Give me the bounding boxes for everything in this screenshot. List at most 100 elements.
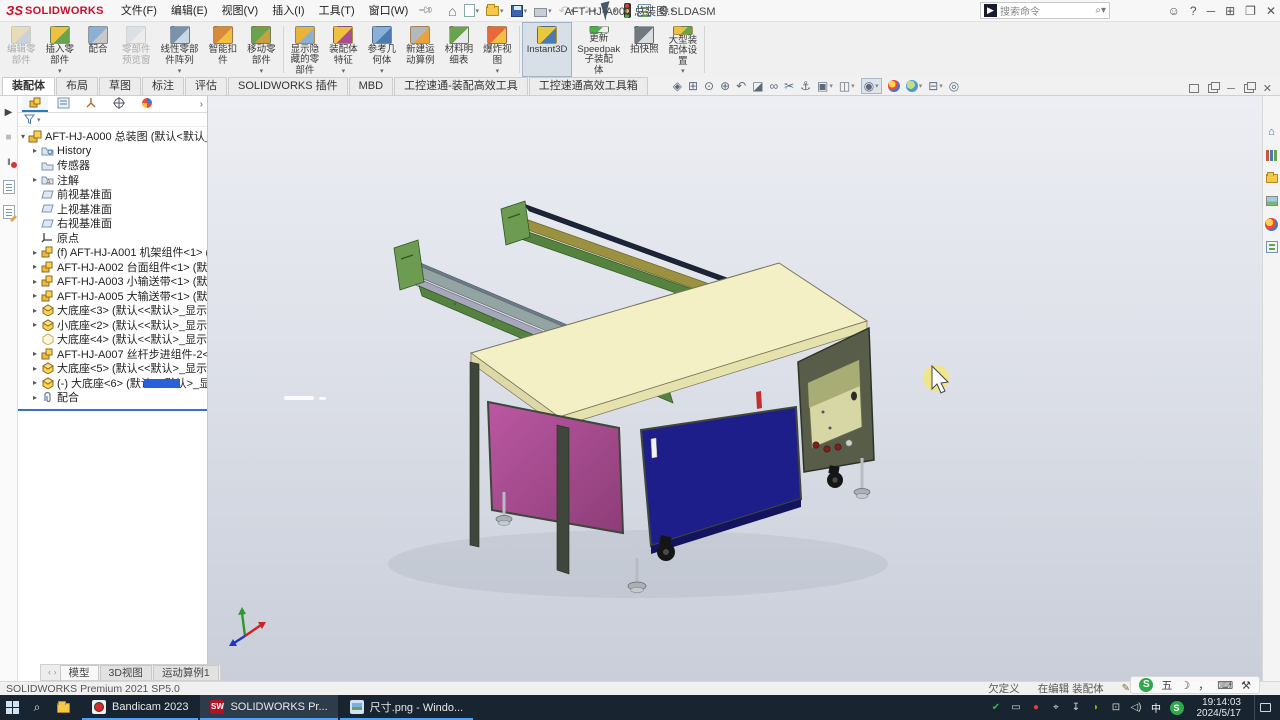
menu-1[interactable]: 编辑(E) xyxy=(164,0,215,22)
ribbon-reference-geometry[interactable]: 参考几 何体 ▾ xyxy=(363,22,402,77)
tab-6[interactable]: MBD xyxy=(348,77,394,95)
taskbar-search-icon[interactable]: ⌕ xyxy=(24,695,50,720)
print-icon[interactable]: ▾ xyxy=(532,1,554,21)
previous-view-icon[interactable]: ↶ xyxy=(736,79,746,93)
tree-item-11[interactable]: ▸ 大底座<3> (默认<<默认>_显示状态 1>) xyxy=(18,303,207,318)
options-gear-icon[interactable]: ⚙ ▾ xyxy=(656,1,676,21)
tree-item-7[interactable]: ▸ (f) AFT-HJ-A001 机架组件<1> (默认<默 xyxy=(18,245,207,260)
dropdown-arrow-icon[interactable]: ▾ xyxy=(342,67,346,75)
volume-icon[interactable]: ◁) xyxy=(1130,702,1143,713)
search-icon[interactable]: ⌕▾ xyxy=(1095,5,1106,16)
expand-arrow-icon[interactable]: ▸ xyxy=(30,248,40,257)
expand-arrow-icon[interactable]: ▸ xyxy=(30,146,40,155)
stop-macro-icon[interactable]: ■ xyxy=(1,129,17,145)
menu-3[interactable]: 插入(I) xyxy=(265,0,311,22)
dropdown-arrow-icon[interactable]: ▾ xyxy=(178,67,182,75)
tree-item-10[interactable]: ▸ AFT-HJ-A005 大输送带<1> (默认<默认_ xyxy=(18,289,207,304)
sogou-ime-toolbar[interactable]: S 五 ☽ ， ⌨ ⚒ xyxy=(1130,676,1260,694)
file-explorer-icon[interactable] xyxy=(1264,170,1280,186)
tree-item-13[interactable]: 大底座<4> (默认<<默认>_显示状态 1>) xyxy=(18,332,207,347)
dropdown-arrow-icon[interactable]: ▾ xyxy=(260,67,264,75)
tree-item-2[interactable]: ▸ A 注解 xyxy=(18,173,207,188)
ribbon-mate[interactable]: 配合 xyxy=(79,22,117,77)
run-macro-icon[interactable]: ▶ xyxy=(1,104,17,120)
mass-properties-icon[interactable]: ⚓ xyxy=(800,79,811,93)
tree-item-14[interactable]: ▸ AFT-HJ-A007 丝杆步进组件-2<1> (默认< xyxy=(18,347,207,362)
tree-item-4[interactable]: 上视基准面 xyxy=(18,202,207,217)
ribbon-bill-of-materials[interactable]: 材料明 细表 xyxy=(440,22,479,77)
appearances-scenes-icon[interactable] xyxy=(1264,216,1280,232)
solidworks-resources-icon[interactable]: ⌂ xyxy=(1264,124,1280,140)
expand-arrow-icon[interactable]: ▸ xyxy=(30,320,40,329)
tree-root-item[interactable]: ▾ AFT-HJ-A000 总装图 (默认<默认_显示状态-1 xyxy=(18,129,207,144)
ribbon-exploded-view[interactable]: 爆炸视 图 ▾ xyxy=(478,22,517,77)
command-search-input[interactable]: ▶ 搜索命令 ⌕▾ xyxy=(980,2,1110,19)
redo-icon[interactable]: ↷ ▾ xyxy=(579,1,598,21)
tree-item-17[interactable]: ▸ 配合 xyxy=(18,390,207,405)
ribbon-instant3d[interactable]: Instant3D xyxy=(521,22,573,77)
dimxpertmanager-tab-icon[interactable] xyxy=(106,96,132,112)
apply-scene-icon[interactable]: ▾ xyxy=(905,80,922,92)
ribbon-large-assembly-settings[interactable]: 大型装 配体设 置 ▾ xyxy=(664,22,703,77)
edit-macro-icon[interactable] xyxy=(1,204,17,220)
select-cursor-icon[interactable]: ▾ xyxy=(601,0,619,21)
home-icon[interactable]: ⌂ xyxy=(446,1,458,21)
ime-item-3[interactable]: ⌨ xyxy=(1217,679,1233,692)
close-button[interactable]: ✕ xyxy=(1266,4,1276,18)
safety-check-icon[interactable]: ✔ xyxy=(990,702,1003,713)
measure-icon[interactable]: ✂ xyxy=(784,79,794,93)
new-macro-icon[interactable] xyxy=(1,179,17,195)
expand-arrow-icon[interactable]: ▾ xyxy=(18,132,28,141)
zoom-magnify-icon[interactable]: ⊕ xyxy=(720,79,730,93)
expand-arrow-icon[interactable]: ▸ xyxy=(30,364,40,373)
expand-arrow-icon[interactable]: ▸ xyxy=(30,393,40,402)
ime-item-4[interactable]: ⚒ xyxy=(1241,679,1251,692)
tree-item-5[interactable]: 右视基准面 xyxy=(18,216,207,231)
doc-restore-button[interactable] xyxy=(1243,82,1256,93)
magnifying-ball-icon[interactable]: ◎ xyxy=(949,79,959,93)
custom-properties-icon[interactable] xyxy=(1264,239,1280,255)
ribbon-smart-fasteners[interactable]: 智能扣 件 xyxy=(204,22,243,77)
recording-icon[interactable]: ● xyxy=(1030,702,1043,713)
configurationmanager-tab-icon[interactable] xyxy=(78,96,104,112)
dropdown-arrow-icon[interactable]: ▾ xyxy=(58,67,62,75)
propertymanager-tab-icon[interactable] xyxy=(50,96,76,112)
menu-0[interactable]: 文件(F) xyxy=(114,0,164,22)
restore-button[interactable]: ❐ xyxy=(1245,4,1256,18)
zoom-to-area-icon[interactable]: ⊞ xyxy=(688,79,698,93)
expand-arrow-icon[interactable]: ▸ xyxy=(30,349,40,358)
display-style-icon[interactable]: ◫ ▾ xyxy=(839,79,855,93)
expand-arrow-icon[interactable]: ▸ xyxy=(30,262,40,271)
displaymanager-tab-icon[interactable] xyxy=(134,96,160,112)
bottom-tab-2[interactable]: 运动算例1 xyxy=(152,665,219,680)
dropdown-arrow-icon[interactable]: ▾ xyxy=(681,67,685,75)
file-properties-icon[interactable] xyxy=(636,1,653,21)
ribbon-linear-pattern[interactable]: 线性零部 件阵列 ▾ xyxy=(156,22,204,77)
doc-minimize-button[interactable]: ─ xyxy=(1227,83,1235,95)
new-document-icon[interactable]: ▾ xyxy=(462,1,482,21)
tab-2[interactable]: 草图 xyxy=(99,77,141,95)
expand-arrow-icon[interactable]: ▸ xyxy=(30,306,40,315)
ribbon-move-component[interactable]: 移动零 部件 ▾ xyxy=(242,22,281,77)
doc-tile-icon[interactable] xyxy=(1188,84,1199,93)
ime-item-0[interactable]: 五 xyxy=(1161,677,1172,693)
tree-item-1[interactable]: 传感器 xyxy=(18,158,207,173)
action-center-icon[interactable] xyxy=(1254,695,1276,720)
usb-icon[interactable]: ↧ xyxy=(1070,702,1083,713)
maximize-button[interactable]: ⊞ xyxy=(1225,4,1235,18)
tree-item-15[interactable]: ▸ 大底座<5> (默认<<默认>_显示状态 1>) xyxy=(18,361,207,376)
graphics-viewport[interactable] xyxy=(208,96,1262,681)
undo-icon[interactable]: ↶ ▾ xyxy=(557,1,576,21)
dropdown-arrow-icon[interactable]: ▾ xyxy=(496,67,500,75)
taskbar-app-2[interactable]: 尺寸.png - Windo... xyxy=(339,695,474,720)
sogou-logo-icon[interactable]: S xyxy=(1139,678,1154,692)
open-folder-icon[interactable]: ▾ xyxy=(484,1,506,21)
user-login-icon[interactable]: ☺ xyxy=(1168,4,1180,18)
tree-item-0[interactable]: ▸ History xyxy=(18,144,207,159)
start-button[interactable] xyxy=(0,695,24,720)
expand-arrow-icon[interactable]: ▸ xyxy=(30,291,40,300)
rebuild-icon[interactable] xyxy=(622,1,633,21)
tab-0[interactable]: 装配体 xyxy=(2,77,55,95)
panel-expand-icon[interactable]: › xyxy=(200,99,203,110)
tree-item-3[interactable]: 前视基准面 xyxy=(18,187,207,202)
